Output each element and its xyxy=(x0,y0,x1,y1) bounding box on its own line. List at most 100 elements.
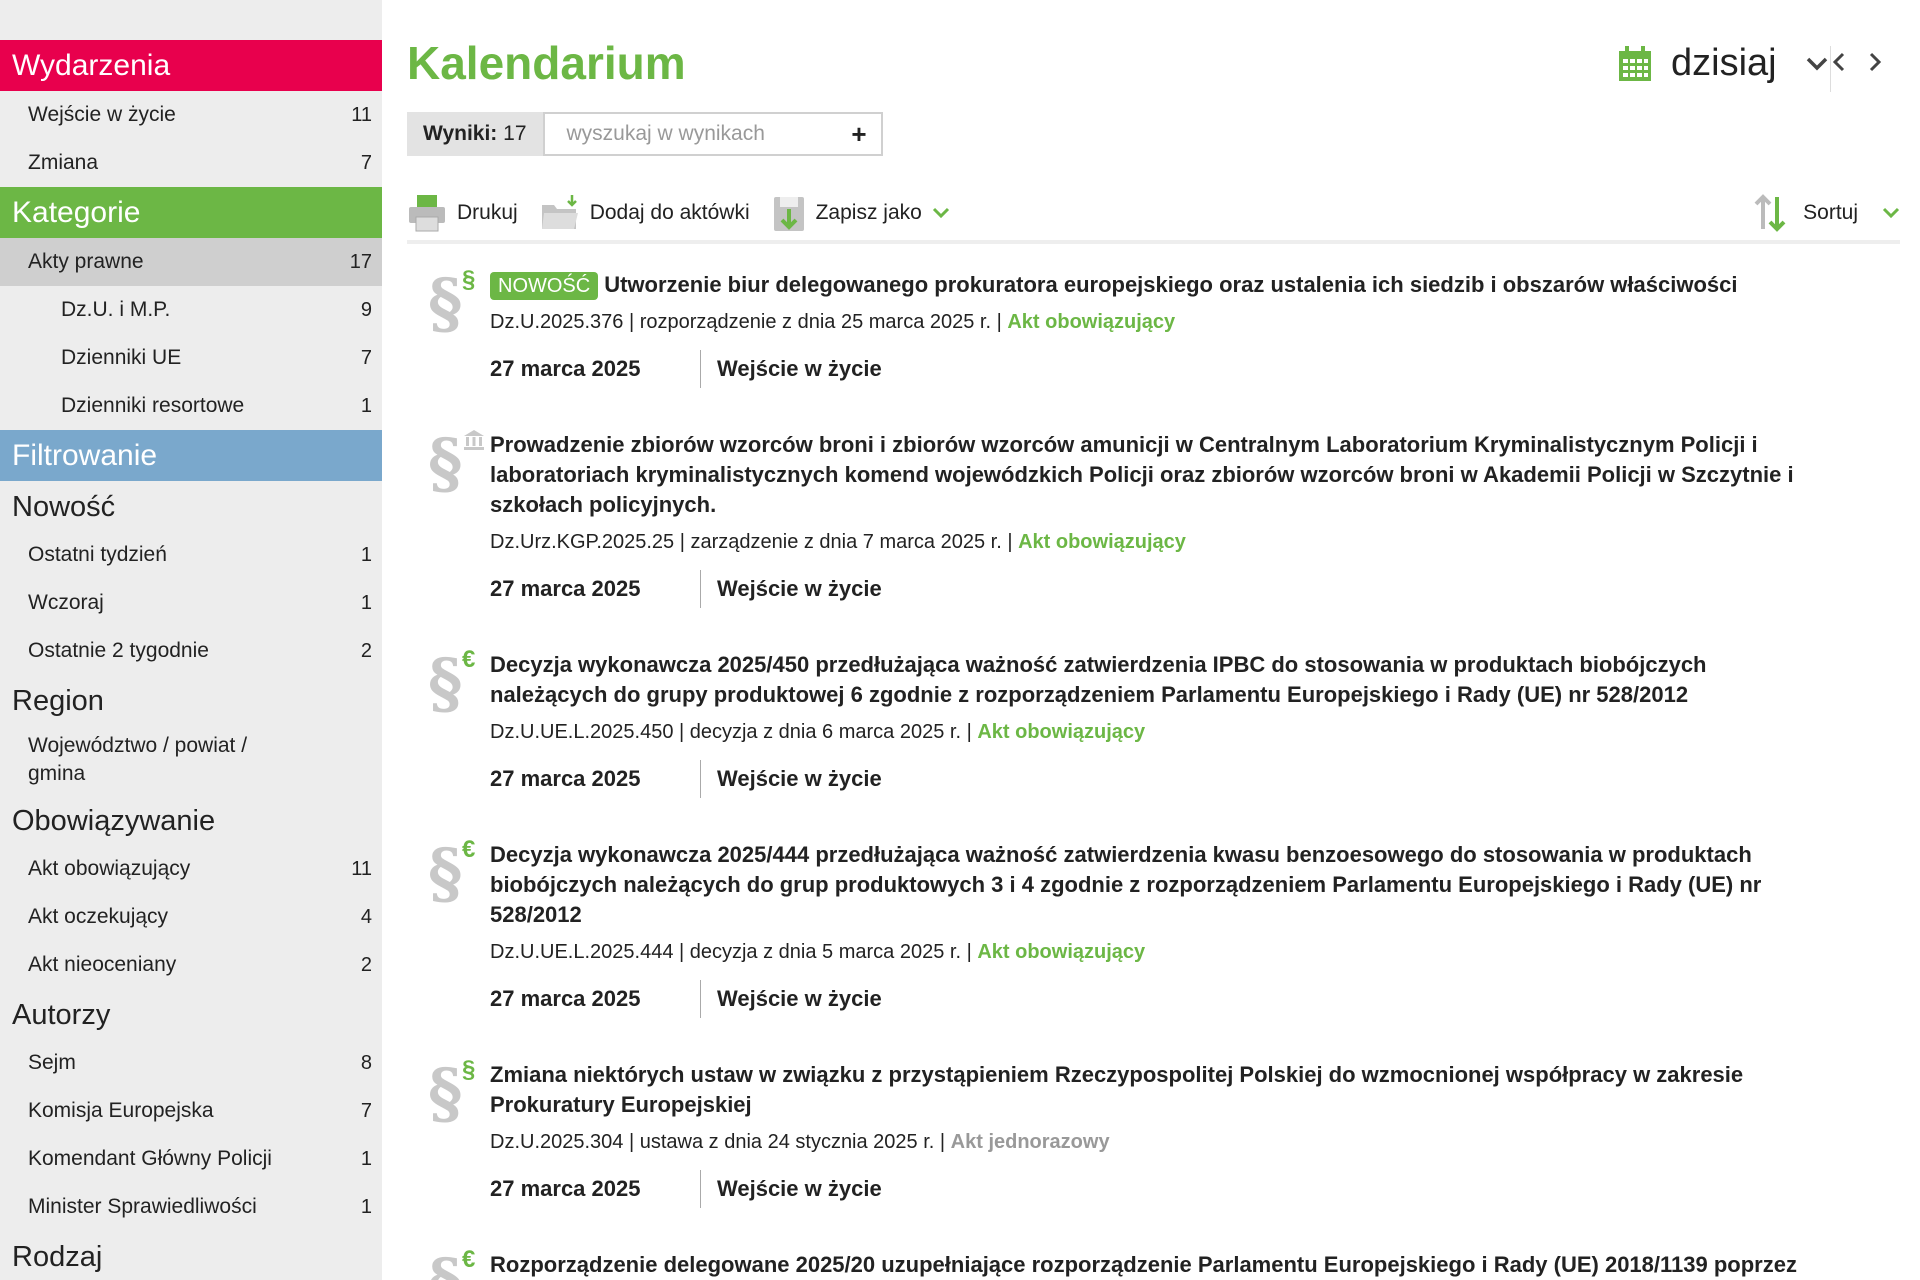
list-item[interactable]: § € Rozporządzenie delegowane 2025/20 uz… xyxy=(426,1246,1826,1280)
sidebar-item-count: 8 xyxy=(360,1051,372,1074)
paragraph-icon: § xyxy=(428,264,463,342)
sidebar-item-count: 7 xyxy=(360,346,372,369)
chevron-down-icon xyxy=(1882,207,1900,219)
entry-event: Wejście w życie xyxy=(717,1176,882,1201)
section-kind: Rodzaj xyxy=(12,1241,103,1273)
sidebar-item-count: 17 xyxy=(349,250,372,273)
plus-icon[interactable]: + xyxy=(851,119,866,150)
sidebar-item-change[interactable]: Zmiana 7 xyxy=(0,139,382,187)
folder-icon xyxy=(541,195,578,229)
today-picker[interactable]: dzisiaj xyxy=(1617,42,1829,85)
entry-icon: § § xyxy=(426,1054,490,1140)
sidebar-item-count: 1 xyxy=(360,394,372,417)
date-nav xyxy=(1832,52,1882,72)
sidebar-item-region[interactable]: Województwo / powiat / gmina xyxy=(0,725,382,795)
list-item[interactable]: § € Decyzja wykonawcza 2025/444 przedłuż… xyxy=(426,834,1826,1018)
sidebar-item-label: Ostatni tydzień xyxy=(28,543,167,566)
sidebar-item-label: Akt oczekujący xyxy=(28,905,169,928)
sidebar-item-eu-journals[interactable]: Dzienniki UE 7 xyxy=(0,334,382,382)
chevron-left-icon[interactable] xyxy=(1832,52,1846,72)
sidebar-item-last-week[interactable]: Ostatni tydzień 1 xyxy=(0,531,382,579)
entry-meta: Dz.Urz.KGP.2025.25 | zarządzenie z dnia … xyxy=(490,528,1826,556)
sidebar-item-label: Ostatnie 2 tygodnie xyxy=(28,639,209,662)
institution-icon xyxy=(464,430,484,450)
euro-icon: € xyxy=(462,1246,476,1273)
sidebar-item-last-2-weeks[interactable]: Ostatnie 2 tygodnie 2 xyxy=(0,627,382,675)
sidebar-item-justice-minister[interactable]: Minister Sprawiedliwości 1 xyxy=(0,1183,382,1231)
sidebar-item-act-in-force[interactable]: Akt obowiązujący 11 xyxy=(0,845,382,893)
paragraph-icon: § xyxy=(428,424,463,502)
entry-meta: Dz.U.UE.L.2025.450 | decyzja z dnia 6 ma… xyxy=(490,718,1826,746)
sidebar-item-label: Akt nieoceniany xyxy=(28,953,177,976)
sidebar-item-count: 11 xyxy=(351,103,372,126)
list-item[interactable]: § € Decyzja wykonawcza 2025/450 przedłuż… xyxy=(426,644,1826,798)
paragraph-icon: § xyxy=(428,834,463,912)
sidebar-item-dzu-mp[interactable]: Dz.U. i M.P. 9 xyxy=(0,286,382,334)
sidebar-item-legal-acts[interactable]: Akty prawne 17 xyxy=(0,238,382,286)
entry-event: Wejście w życie xyxy=(717,766,882,791)
entry-title[interactable]: Decyzja wykonawcza 2025/444 przedłużając… xyxy=(490,840,1826,930)
sidebar-item-label: Komendant Główny Policji xyxy=(28,1147,272,1170)
sidebar-item-label: Sejm xyxy=(28,1051,76,1074)
entry-title[interactable]: Prowadzenie zbiorów wzorców broni i zbio… xyxy=(490,430,1826,520)
events-header: Wydarzenia xyxy=(0,40,382,91)
add-to-briefcase-button[interactable]: Dodaj do aktówki xyxy=(540,195,750,231)
entry-date: 27 marca 2025 xyxy=(490,986,641,1011)
list-item[interactable]: § Prowadzenie zbiorów wzorców broni i zb… xyxy=(426,430,1826,608)
entry-title[interactable]: Rozporządzenie delegowane 2025/20 uzupeł… xyxy=(490,1250,1826,1280)
entry-event: Wejście w życie xyxy=(717,356,882,381)
add-to-briefcase-label: Dodaj do aktówki xyxy=(589,201,750,224)
sidebar-item-count: 1 xyxy=(360,591,372,614)
search-input[interactable]: wyszukaj w wynikach + xyxy=(542,112,883,156)
entry-meta: Dz.U.2025.304 | ustawa z dnia 24 styczni… xyxy=(490,1128,1826,1156)
sidebar-item-police-commander[interactable]: Komendant Główny Policji 1 xyxy=(0,1135,382,1183)
sidebar-item-european-commission[interactable]: Komisja Europejska 7 xyxy=(0,1087,382,1135)
chevron-down-icon[interactable] xyxy=(1805,56,1829,72)
list-item[interactable]: § § Zmiana niektórych ustaw w związku z … xyxy=(426,1054,1826,1208)
nav-divider xyxy=(1830,46,1831,92)
divider xyxy=(700,760,701,798)
chevron-right-icon[interactable] xyxy=(1868,52,1882,72)
entry-title[interactable]: Decyzja wykonawcza 2025/450 przedłużając… xyxy=(490,650,1826,710)
sort-button[interactable]: Sortuj xyxy=(1753,193,1900,233)
sort-label: Sortuj xyxy=(1803,201,1858,224)
search-placeholder: wyszukaj w wynikach xyxy=(566,122,765,145)
entry-icon: § € xyxy=(426,644,490,730)
sidebar-item-act-unrated[interactable]: Akt nieoceniany 2 xyxy=(0,941,382,989)
entry-title[interactable]: Zmiana niektórych ustaw w związku z przy… xyxy=(490,1060,1826,1120)
list-item[interactable]: § § NOWOŚĆ Utworzenie biur delegowanego p… xyxy=(426,264,1826,388)
section-validity: Obowiązywanie xyxy=(12,805,216,837)
filter-header: Filtrowanie xyxy=(0,430,382,481)
sidebar-item-entry-into-force[interactable]: Wejście w życie 11 xyxy=(0,91,382,139)
paragraph-icon: § xyxy=(428,1250,463,1280)
section-new: Nowość xyxy=(12,491,116,523)
divider xyxy=(700,1170,701,1208)
sidebar-item-sejm[interactable]: Sejm 8 xyxy=(0,1039,382,1087)
status-badge: Akt obowiązujący xyxy=(977,721,1146,743)
divider xyxy=(700,570,701,608)
entry-date: 27 marca 2025 xyxy=(490,1176,641,1201)
entry-date-row: 27 marca 2025 Wejście w życie xyxy=(490,1170,1826,1208)
entry-icon: § € xyxy=(426,1246,490,1280)
entry-icon: § € xyxy=(426,834,490,920)
results-label: Wyniki: xyxy=(423,122,498,145)
sidebar-item-count: 2 xyxy=(360,953,372,976)
paragraph-icon: § xyxy=(428,1054,463,1132)
sidebar-item-count: 1 xyxy=(360,1147,372,1170)
entry-date: 27 marca 2025 xyxy=(490,576,641,601)
sidebar-item-yesterday[interactable]: Wczoraj 1 xyxy=(0,579,382,627)
save-as-button[interactable]: Zapisz jako xyxy=(772,193,950,233)
sidebar-item-label: Komisja Europejska xyxy=(28,1099,214,1122)
sidebar-item-label: Akt obowiązujący xyxy=(28,857,191,880)
print-button[interactable]: Drukuj xyxy=(407,193,518,233)
sidebar-item-act-pending[interactable]: Akt oczekujący 4 xyxy=(0,893,382,941)
entry-title[interactable]: NOWOŚĆ Utworzenie biur delegowanego proku… xyxy=(490,270,1826,300)
entry-event: Wejście w życie xyxy=(717,576,882,601)
paragraph-icon: § xyxy=(428,644,463,722)
entry-date: 27 marca 2025 xyxy=(490,766,641,791)
calendar-icon xyxy=(1619,45,1651,81)
sidebar-item-ministry-journals[interactable]: Dzienniki resortowe 1 xyxy=(0,382,382,430)
